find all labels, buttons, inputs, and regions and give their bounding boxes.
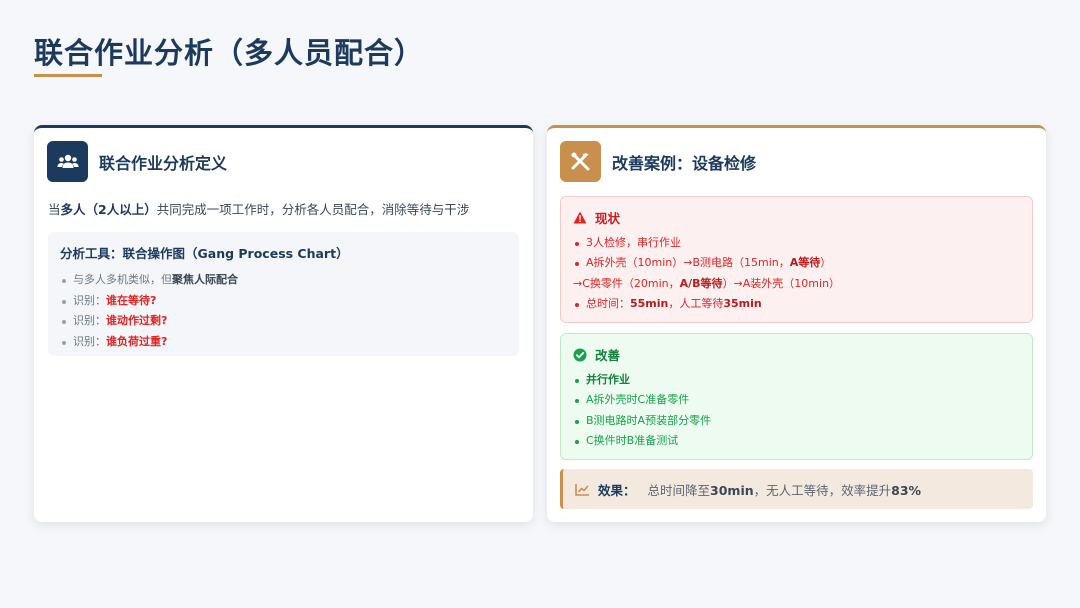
effect-box: 效果： 总时间降至30min，无人工等待，效率提升83%: [560, 469, 1033, 509]
analysis-tool-list: 与多人多机类似，但聚焦人际配合 识别：谁在等待? 识别：谁动作过剩? 识别：谁负…: [60, 270, 507, 352]
list-item: 与多人多机类似，但聚焦人际配合: [60, 270, 507, 291]
page-title: 联合作业分析（多人员配合）: [34, 36, 425, 70]
check-circle-icon: [573, 348, 587, 361]
list-item: 总时间：55min，人工等待35min: [573, 294, 1020, 314]
case-card: 改善案例：设备检修 现状 3人检修，串行作业 A拆外壳（10min）→B测电路（…: [547, 125, 1046, 522]
trend-icon: [575, 483, 589, 496]
definition-card-title: 联合作业分析定义: [99, 153, 228, 173]
case-card-title: 改善案例：设备检修: [612, 153, 757, 173]
definition-text: 当多人（2人以上）共同完成一项工作时，分析各人员配合，消除等待与干涉: [48, 202, 470, 217]
effect-text: 总时间降至30min，无人工等待，效率提升83%: [647, 482, 922, 498]
improvement-label: 改善: [595, 348, 621, 363]
analysis-tool-box: 分析工具：联合操作图（Gang Process Chart） 与多人多机类似，但…: [48, 232, 519, 356]
list-item: 识别：谁负荷过重?: [60, 332, 507, 353]
improvement-box: 改善 并行作业 A拆外壳时C准备零件 B测电路时A预装部分零件 C换件时B准备测…: [560, 333, 1033, 460]
current-state-box: 现状 3人检修，串行作业 A拆外壳（10min）→B测电路（15min，A等待）…: [560, 196, 1033, 323]
case-card-header: 改善案例：设备检修: [560, 141, 756, 182]
improvement-list: 并行作业 A拆外壳时C准备零件 B测电路时A预装部分零件 C换件时B准备测试: [573, 370, 1020, 451]
definition-card: 联合作业分析定义 当多人（2人以上）共同完成一项工作时，分析各人员配合，消除等待…: [34, 125, 533, 522]
list-item: A拆外壳时C准备零件: [573, 390, 1020, 410]
title-underline: [34, 74, 102, 77]
current-state-header: 现状: [573, 208, 1020, 227]
current-state-label: 现状: [595, 211, 621, 226]
current-state-list: 3人检修，串行作业 A拆外壳（10min）→B测电路（15min，A等待） →C…: [573, 233, 1020, 314]
definition-card-header: 联合作业分析定义: [47, 141, 227, 182]
list-item: C换件时B准备测试: [573, 431, 1020, 451]
tools-icon: [560, 141, 601, 182]
list-item: 识别：谁在等待?: [60, 291, 507, 312]
improvement-header: 改善: [573, 345, 1020, 364]
list-item: 3人检修，串行作业: [573, 233, 1020, 253]
list-item: 并行作业: [573, 370, 1020, 390]
list-item: →C换零件（20min，A/B等待）→A装外壳（10min）: [573, 276, 841, 290]
list-item: 识别：谁动作过剩?: [60, 311, 507, 332]
list-item: A拆外壳（10min）→B测电路（15min，A等待）: [573, 253, 1020, 273]
users-icon: [47, 141, 88, 182]
effect-label: 效果：: [598, 482, 636, 498]
list-item: B测电路时A预装部分零件: [573, 411, 1020, 431]
analysis-tool-title: 分析工具：联合操作图（Gang Process Chart）: [60, 246, 349, 261]
warning-icon: [573, 211, 587, 224]
